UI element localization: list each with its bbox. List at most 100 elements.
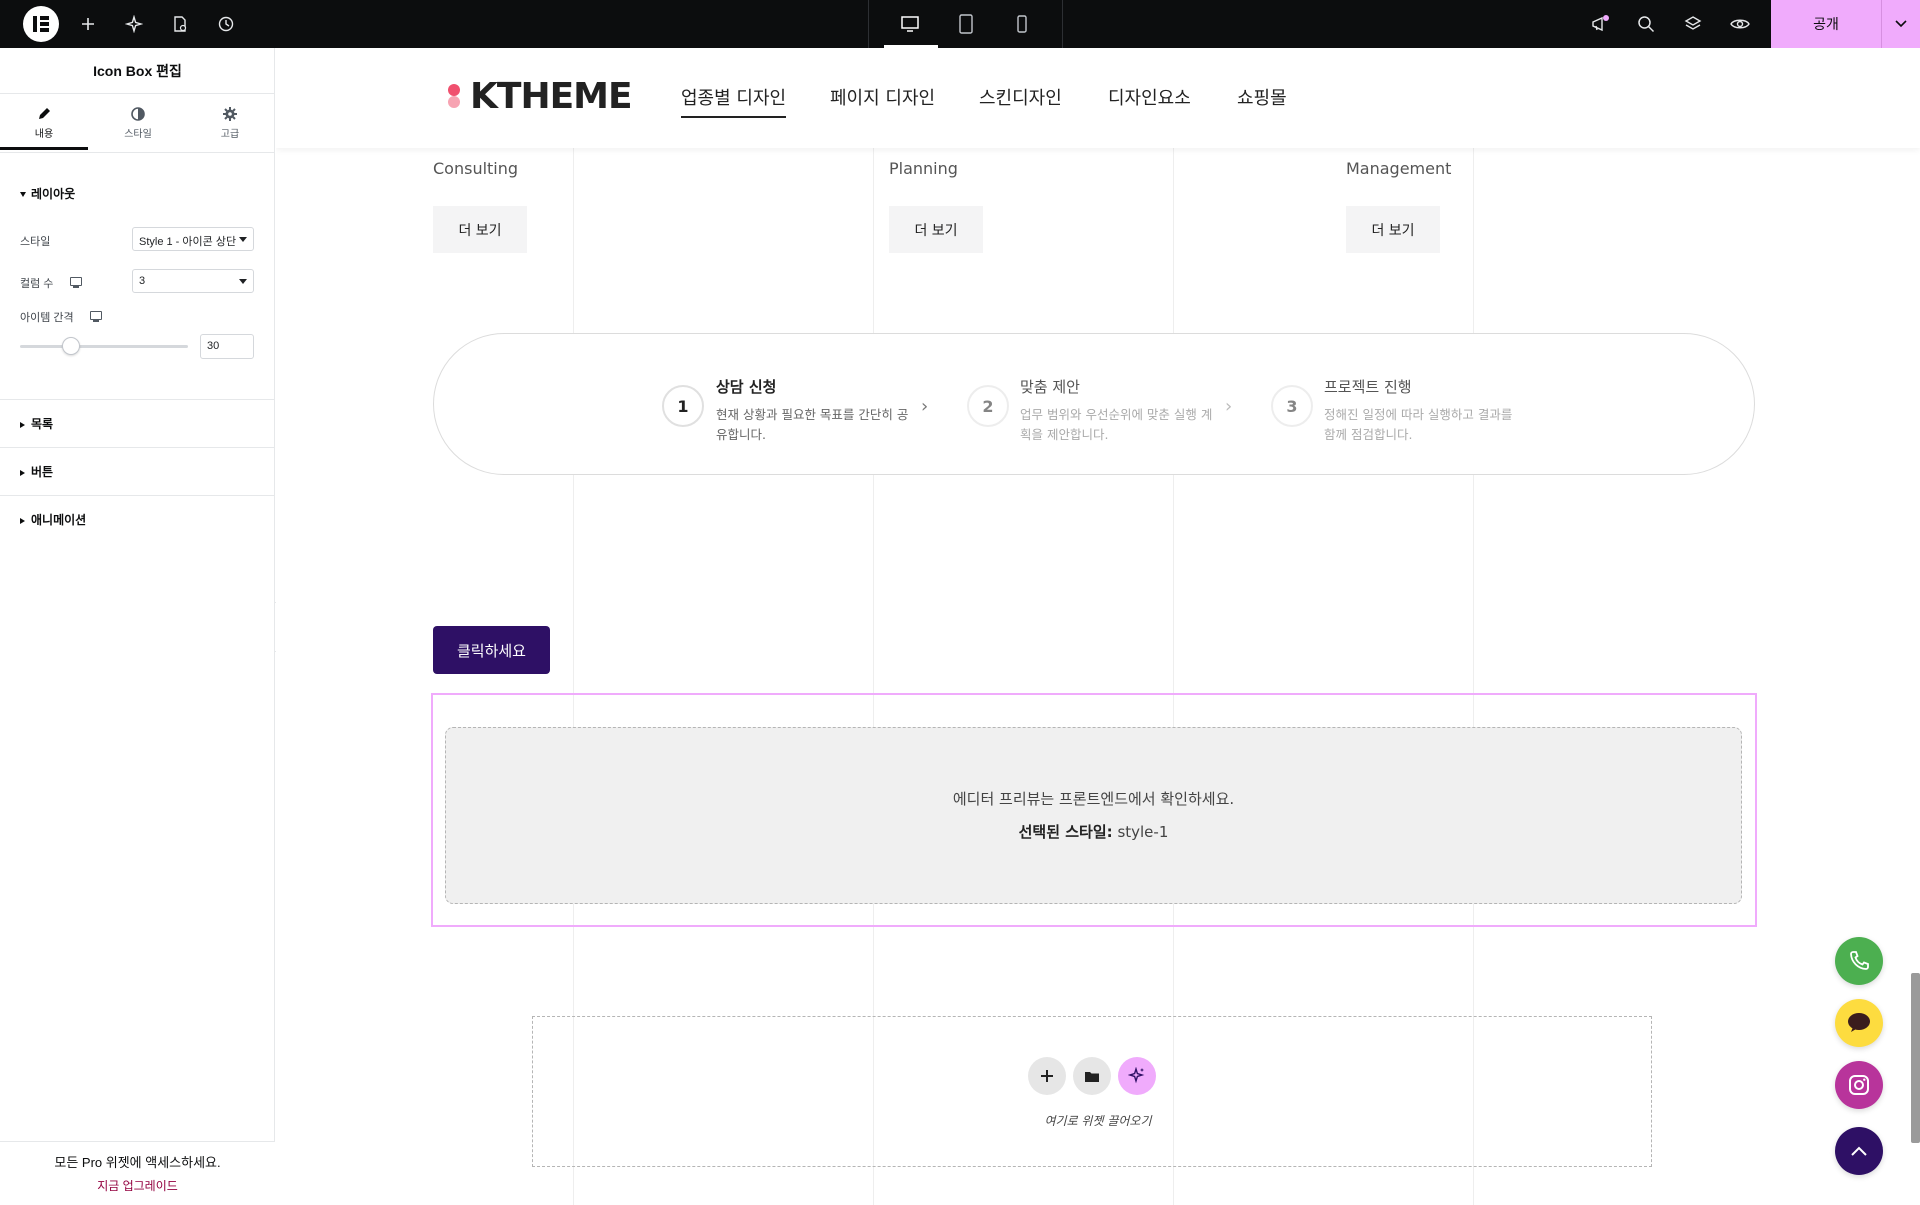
step-number: 3 [1271, 385, 1313, 427]
add-element-icon[interactable] [74, 10, 102, 38]
responsive-desktop-icon[interactable] [90, 311, 102, 322]
step-description: 현재 상황과 필요한 목표를 간단히 공유합니다. [716, 407, 909, 442]
desktop-view-icon[interactable] [896, 10, 924, 38]
section-list-label: 목록 [31, 417, 54, 431]
gap-control-label: 아이템 간격 [20, 312, 74, 324]
nav-item-design-elements[interactable]: 디자인요소 [1108, 84, 1191, 110]
tab-advanced[interactable]: 고급 [186, 94, 274, 150]
add-section-plus-icon[interactable] [1028, 1057, 1066, 1095]
logo-mark-icon [448, 84, 460, 96]
mobile-view-icon[interactable] [1008, 10, 1036, 38]
selected-style-label: 선택된 스타일: [1018, 823, 1113, 841]
divider [0, 152, 275, 153]
step-title: 상담 신청 [716, 378, 777, 396]
chevron-right-icon: › [1225, 396, 1233, 417]
page-preview: KTHEME 업종별 디자인 페이지 디자인 스킨디자인 디자인요소 쇼핑몰 C… [276, 48, 1920, 1205]
site-header: KTHEME 업종별 디자인 페이지 디자인 스킨디자인 디자인요소 쇼핑몰 [276, 48, 1920, 148]
section-animation-label: 애니메이션 [31, 513, 87, 527]
search-icon[interactable] [1632, 10, 1660, 38]
divider [0, 495, 275, 496]
instagram-icon[interactable] [1835, 1061, 1883, 1109]
whats-new-icon[interactable] [1586, 10, 1614, 38]
logo-mark-icon [448, 96, 460, 108]
style-select[interactable]: Style 1 - 아이콘 상단 [132, 227, 254, 251]
ai-sparkle-icon[interactable] [120, 10, 148, 38]
selected-style-value: style-1 [1117, 823, 1169, 841]
preview-notice: 에디터 프리뷰는 프론트엔드에서 확인하세요. [952, 790, 1235, 808]
responsive-desktop-icon[interactable] [70, 277, 82, 288]
step-description: 업무 범위와 우선순위에 맞춘 실행 계획을 제안합니다. [1020, 407, 1213, 442]
divider [0, 399, 275, 400]
section-list-header[interactable]: 목록 [20, 415, 53, 432]
section-animation-header[interactable]: 애니메이션 [20, 511, 86, 528]
column-label: Management [1346, 159, 1452, 178]
ai-sparkle-icon[interactable] [1118, 1057, 1156, 1095]
tab-content[interactable]: 내용 [0, 94, 88, 150]
more-button[interactable]: 더 보기 [1346, 206, 1440, 253]
step-description: 정해진 일정에 따라 실행하고 결과를 함께 점검합니다. [1324, 407, 1513, 442]
more-button[interactable]: 더 보기 [889, 206, 983, 253]
icon-box-preview-placeholder[interactable]: 에디터 프리뷰는 프론트엔드에서 확인하세요. 선택된 스타일: style-1 [445, 727, 1742, 904]
pro-upgrade-text: 모든 Pro 위젯에 액세스하세요. [54, 1155, 221, 1170]
editor-top-bar: 공개 [0, 0, 1920, 48]
chevron-right-icon: › [921, 396, 929, 417]
nav-item-page-design[interactable]: 페이지 디자인 [830, 84, 935, 110]
nav-item-skin-design[interactable]: 스킨디자인 [979, 84, 1062, 110]
tab-advanced-label: 고급 [220, 129, 240, 140]
nav-item-industry-design[interactable]: 업종별 디자인 [681, 84, 787, 118]
gear-icon [223, 107, 237, 121]
columns-select[interactable]: 3 [132, 269, 254, 293]
caret-right-icon [20, 421, 25, 428]
nav-item-shopping-mall[interactable]: 쇼핑몰 [1237, 84, 1287, 110]
step-number: 2 [967, 385, 1009, 427]
divider [1062, 0, 1063, 48]
divider [0, 447, 275, 448]
publish-options-chevron-icon[interactable] [1881, 0, 1920, 48]
gap-slider-handle[interactable] [62, 337, 80, 355]
step-number: 1 [662, 385, 704, 427]
section-layout-label: 레이아웃 [31, 187, 76, 201]
panel-title: Icon Box 편집 [0, 48, 275, 94]
step-title: 맞춤 제안 [1020, 378, 1080, 396]
template-library-folder-icon[interactable] [1073, 1057, 1111, 1095]
tab-style[interactable]: 스타일 [94, 94, 182, 150]
contrast-icon [131, 107, 145, 121]
pro-upgrade-bar: 모든 Pro 위젯에 액세스하세요. 지금 업그레이드 [0, 1141, 275, 1205]
section-button-label: 버튼 [31, 465, 54, 479]
editor-panel: Icon Box 편집 내용 스타일 고급 레이아웃 스타일 Style 1 -… [0, 48, 275, 1205]
caret-down-icon [20, 192, 26, 198]
caret-right-icon [20, 517, 25, 524]
selected-style-line: 선택된 스타일: style-1 [446, 821, 1741, 842]
section-layout-header[interactable]: 레이아웃 [20, 185, 75, 202]
click-here-button[interactable]: 클릭하세요 [433, 626, 550, 674]
publish-button[interactable]: 공개 [1771, 0, 1881, 48]
scroll-to-top-icon[interactable] [1835, 1127, 1883, 1175]
process-steps-widget [433, 333, 1755, 475]
pencil-icon [39, 108, 50, 119]
kakaotalk-chat-icon[interactable] [1835, 999, 1883, 1047]
phone-icon[interactable] [1835, 937, 1883, 985]
caret-right-icon [20, 469, 25, 476]
upgrade-link[interactable]: 지금 업그레이드 [0, 1177, 275, 1194]
history-icon[interactable] [212, 10, 240, 38]
gap-number-input[interactable]: 30 [200, 334, 254, 359]
page-settings-icon[interactable] [166, 10, 194, 38]
section-button-header[interactable]: 버튼 [20, 463, 53, 480]
scrollbar-thumb[interactable] [1911, 973, 1920, 1143]
column-label: Planning [889, 159, 958, 178]
columns-control-label: 컬럼 수 [20, 278, 54, 290]
step-title: 프로젝트 진행 [1324, 378, 1412, 396]
column-label: Consulting [433, 159, 519, 178]
preview-eye-icon[interactable] [1726, 10, 1754, 38]
drop-zone-label: 여기로 위젯 끌어오기 [1044, 1114, 1152, 1128]
more-button[interactable]: 더 보기 [433, 206, 527, 253]
style-control-label: 스타일 [20, 236, 51, 248]
tablet-view-icon[interactable] [952, 10, 980, 38]
elementor-logo-icon[interactable] [23, 6, 59, 42]
divider [868, 0, 869, 48]
gap-slider-track[interactable] [20, 345, 188, 348]
tab-style-label: 스타일 [124, 129, 152, 140]
structure-layers-icon[interactable] [1679, 10, 1707, 38]
site-logo[interactable]: KTHEME [470, 76, 633, 117]
tab-content-label: 내용 [34, 129, 54, 140]
